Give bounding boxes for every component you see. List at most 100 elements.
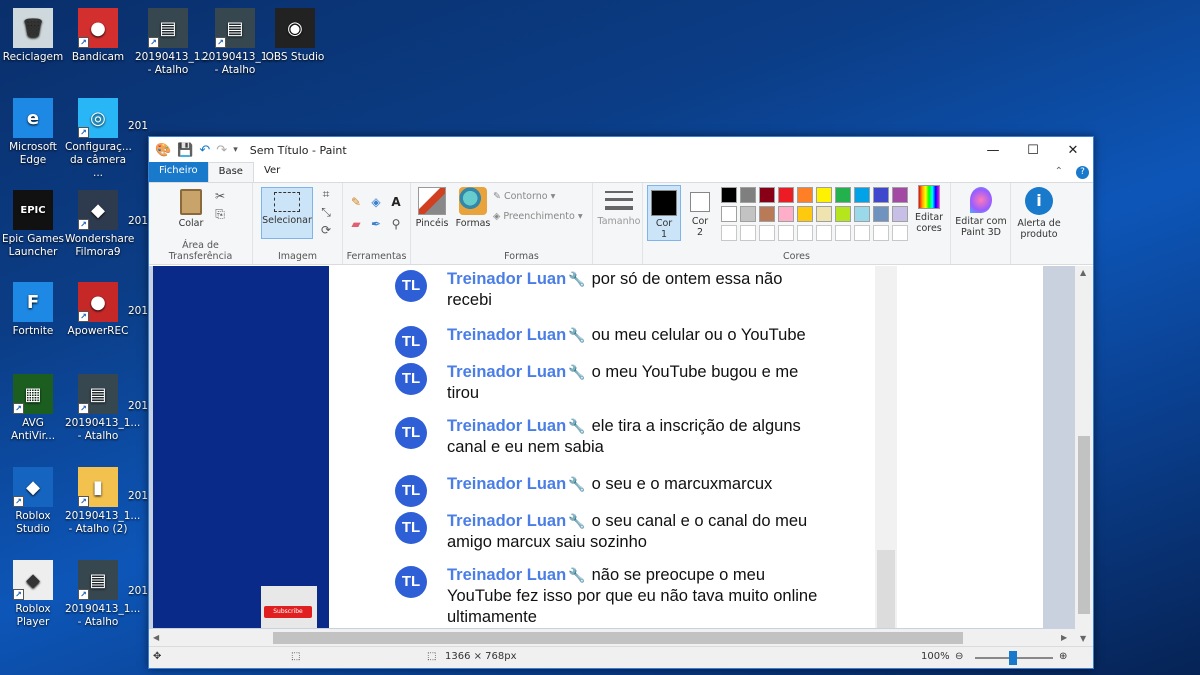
desktop-icon[interactable]: ● ↗ ApowerREC [65, 282, 131, 338]
color2-button[interactable]: Cor 2 [683, 185, 717, 241]
tab-view[interactable]: Ver [254, 162, 290, 182]
product-alert-button[interactable]: i Alerta de produto [1013, 187, 1065, 240]
edit-colors-button[interactable]: Editar cores [909, 185, 949, 234]
scroll-down-icon[interactable]: ▼ [1080, 634, 1086, 643]
palette-color-swatch[interactable] [854, 206, 870, 222]
palette-color-swatch[interactable] [854, 187, 870, 203]
pencil-icon[interactable]: ✎ [349, 195, 363, 209]
palette-color-swatch[interactable] [873, 187, 889, 203]
zoom-out-icon[interactable]: ⊖ [955, 651, 963, 662]
partial-desktop-icon-label[interactable]: 201 [128, 490, 148, 503]
size-button[interactable]: Tamanho [597, 189, 641, 227]
color1-button[interactable]: Cor 1 [647, 185, 681, 241]
text-icon[interactable]: A [389, 195, 403, 209]
fill-dropdown[interactable]: ◈ Preenchimento ▾ [493, 211, 583, 222]
desktop-icon[interactable]: ● ↗ Bandicam [65, 8, 131, 64]
maximize-button[interactable]: ☐ [1013, 137, 1053, 163]
desktop-icon[interactable]: ▤ ↗ 20190413_1... - Atalho [202, 8, 277, 77]
paint3d-button[interactable]: Editar com Paint 3D [953, 187, 1009, 238]
palette-color-swatch[interactable] [778, 206, 794, 222]
desktop-icon[interactable]: ◆ ↗ Roblox Studio [0, 467, 66, 536]
partial-desktop-icon-label[interactable]: 201 [128, 585, 148, 598]
partial-desktop-icon-label[interactable]: 201 [128, 215, 148, 228]
eraser-icon[interactable]: ▰ [349, 217, 363, 231]
palette-color-swatch[interactable] [759, 206, 775, 222]
palette-color-swatch[interactable] [816, 206, 832, 222]
cut-icon[interactable]: ✂ [213, 189, 227, 203]
palette-color-swatch[interactable] [721, 187, 737, 203]
partial-desktop-icon-label[interactable]: 201 [128, 305, 148, 318]
crop-icon[interactable]: ⌗ [319, 187, 333, 201]
scroll-right-icon[interactable]: ▶ [1061, 633, 1067, 642]
palette-color-swatch[interactable] [797, 187, 813, 203]
scroll-up-icon[interactable]: ▲ [1080, 268, 1086, 277]
zoom-in-icon[interactable]: ⊕ [1059, 651, 1067, 662]
desktop-icon[interactable]: ◉ OBS Studio [262, 8, 328, 64]
palette-color-swatch[interactable] [892, 206, 908, 222]
copy-icon[interactable]: ⎘ [213, 207, 227, 221]
vertical-scrollbar[interactable]: ▲ ▼ [1075, 266, 1093, 647]
desktop-icon[interactable]: ▦ ↗ AVG AntiVir... [0, 374, 66, 443]
zoom-slider-thumb[interactable] [1009, 651, 1017, 665]
horizontal-scroll-thumb[interactable] [273, 632, 963, 644]
desktop-icon[interactable]: ▮ ↗ 20190413_1... - Atalho (2) [65, 467, 140, 536]
palette-color-swatch[interactable] [740, 225, 756, 241]
palette-color-swatch[interactable] [892, 225, 908, 241]
desktop-icon[interactable]: ▤ ↗ 20190413_1... - Atalho [65, 560, 140, 629]
palette-color-swatch[interactable] [892, 187, 908, 203]
magnifier-icon[interactable]: ⚲ [389, 217, 403, 231]
scroll-left-icon[interactable]: ◀ [153, 633, 159, 642]
undo-icon[interactable]: ↶ [199, 143, 210, 158]
canvas-area[interactable]: Subscribe TL Treinador Luan 🔧 por só de ont… [149, 266, 1093, 647]
palette-color-swatch[interactable] [835, 206, 851, 222]
tab-file[interactable]: Ficheiro [149, 162, 208, 182]
resize-icon[interactable]: ⤡ [319, 205, 333, 219]
minimize-button[interactable]: — [973, 137, 1013, 163]
desktop-icon[interactable]: 🗑 Reciclagem [0, 8, 66, 64]
shapes-button[interactable]: Formas [455, 187, 491, 229]
palette-color-swatch[interactable] [797, 225, 813, 241]
customize-qa-icon[interactable]: ▾ [233, 145, 238, 155]
palette-color-swatch[interactable] [854, 225, 870, 241]
desktop-icon[interactable]: ◎ ↗ Configuraç... da câmera ... [65, 98, 132, 180]
palette-color-swatch[interactable] [816, 187, 832, 203]
desktop-icon[interactable]: ▤ ↗ 20190413_1... - Atalho [65, 374, 140, 443]
rotate-icon[interactable]: ⟳ [319, 223, 333, 237]
palette-color-swatch[interactable] [740, 187, 756, 203]
redo-icon[interactable]: ↷ [216, 143, 227, 158]
desktop-icon[interactable]: ◆ ↗ Roblox Player [0, 560, 66, 629]
paste-button[interactable]: Colar [171, 189, 211, 229]
palette-color-swatch[interactable] [759, 225, 775, 241]
palette-color-swatch[interactable] [873, 206, 889, 222]
desktop-icon[interactable]: F Fortnite [0, 282, 66, 338]
tab-home[interactable]: Base [207, 162, 254, 182]
palette-color-swatch[interactable] [778, 187, 794, 203]
save-icon[interactable]: 💾 [177, 143, 193, 158]
vertical-scroll-thumb[interactable] [1078, 436, 1090, 614]
fill-icon[interactable]: ◈ [369, 195, 383, 209]
outline-dropdown[interactable]: ✎ Contorno ▾ [493, 191, 555, 202]
close-button[interactable]: ✕ [1053, 137, 1093, 163]
desktop-icon[interactable]: e Microsoft Edge [0, 98, 66, 167]
palette-color-swatch[interactable] [797, 206, 813, 222]
desktop-icon[interactable]: ▤ ↗ 20190413_1... - Atalho [135, 8, 210, 77]
desktop-icon[interactable]: EPIC Epic Games Launcher [0, 190, 66, 259]
help-icon[interactable]: ? [1076, 166, 1089, 179]
palette-color-swatch[interactable] [740, 206, 756, 222]
brushes-button[interactable]: Pincéis [415, 187, 449, 229]
palette-color-swatch[interactable] [759, 187, 775, 203]
partial-desktop-icon-label[interactable]: 201 [128, 120, 148, 133]
palette-color-swatch[interactable] [778, 225, 794, 241]
palette-color-swatch[interactable] [721, 206, 737, 222]
palette-color-swatch[interactable] [873, 225, 889, 241]
horizontal-scrollbar[interactable]: ◀ ▶ [149, 629, 1075, 647]
desktop-icon[interactable]: ◆ ↗ Wondershare Filmora9 [65, 190, 134, 259]
collapse-ribbon-icon[interactable]: ⌃ [1055, 166, 1063, 177]
palette-color-swatch[interactable] [816, 225, 832, 241]
palette-color-swatch[interactable] [721, 225, 737, 241]
color-picker-icon[interactable]: ✒ [369, 217, 383, 231]
select-button[interactable]: Selecionar [261, 187, 313, 239]
palette-color-swatch[interactable] [835, 187, 851, 203]
partial-desktop-icon-label[interactable]: 201 [128, 400, 148, 413]
palette-color-swatch[interactable] [835, 225, 851, 241]
